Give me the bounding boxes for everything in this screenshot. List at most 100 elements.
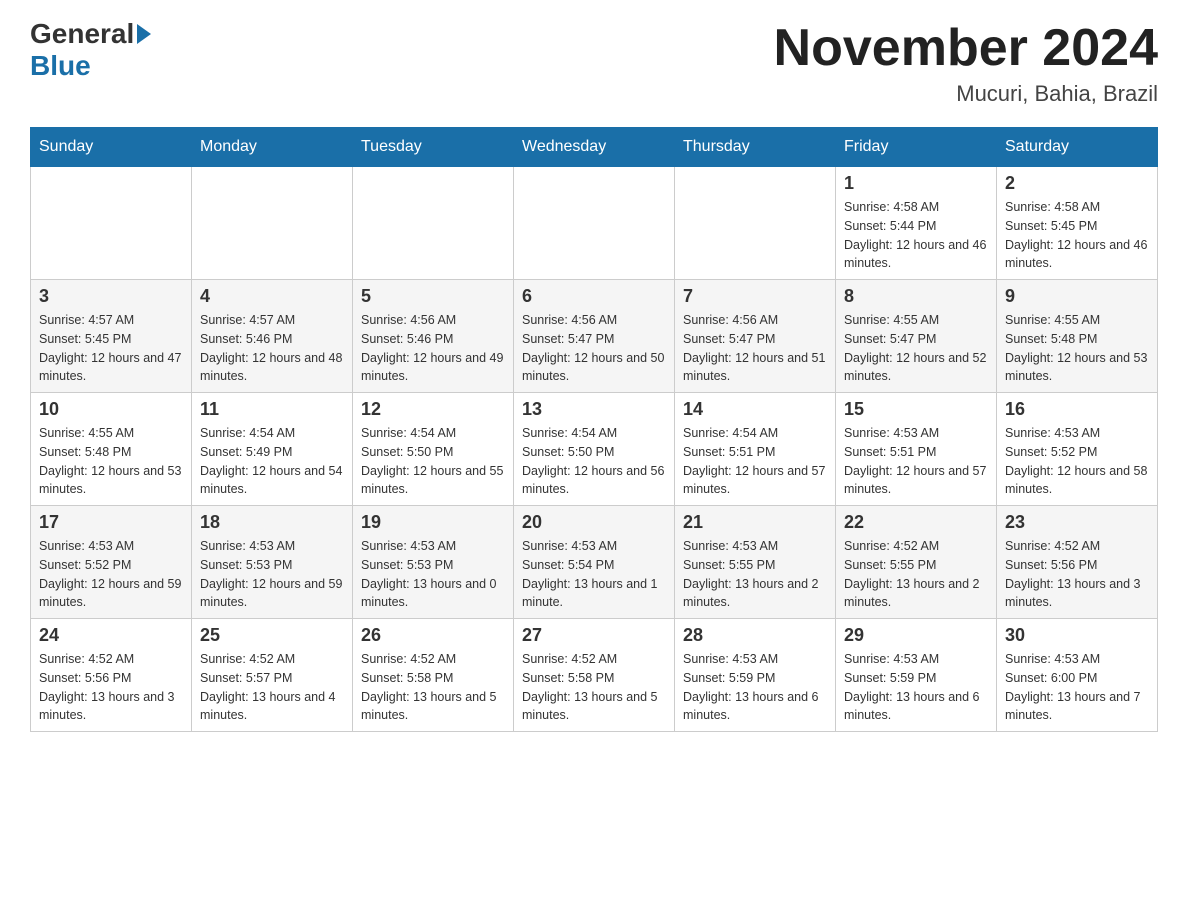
calendar-day-cell: 6Sunrise: 4:56 AMSunset: 5:47 PMDaylight… (514, 280, 675, 393)
calendar-day-cell (31, 167, 192, 280)
weekday-header-friday: Friday (836, 128, 997, 167)
day-info: Sunrise: 4:56 AMSunset: 5:47 PMDaylight:… (683, 311, 827, 386)
day-info: Sunrise: 4:53 AMSunset: 5:51 PMDaylight:… (844, 424, 988, 499)
day-number: 24 (39, 625, 183, 646)
day-info: Sunrise: 4:53 AMSunset: 5:55 PMDaylight:… (683, 537, 827, 612)
day-info: Sunrise: 4:53 AMSunset: 5:54 PMDaylight:… (522, 537, 666, 612)
day-number: 26 (361, 625, 505, 646)
day-number: 4 (200, 286, 344, 307)
day-number: 18 (200, 512, 344, 533)
day-info: Sunrise: 4:54 AMSunset: 5:51 PMDaylight:… (683, 424, 827, 499)
day-number: 16 (1005, 399, 1149, 420)
day-info: Sunrise: 4:58 AMSunset: 5:45 PMDaylight:… (1005, 198, 1149, 273)
day-info: Sunrise: 4:53 AMSunset: 5:59 PMDaylight:… (844, 650, 988, 725)
day-info: Sunrise: 4:53 AMSunset: 5:59 PMDaylight:… (683, 650, 827, 725)
day-info: Sunrise: 4:52 AMSunset: 5:58 PMDaylight:… (522, 650, 666, 725)
weekday-header-wednesday: Wednesday (514, 128, 675, 167)
calendar-week-row: 24 Sunrise: 4:52 AMSunset: 5:56 PMDayligh… (31, 619, 1158, 732)
day-number: 8 (844, 286, 988, 307)
calendar-day-cell (353, 167, 514, 280)
calendar-day-cell: 23 Sunrise: 4:52 AMSunset: 5:56 PMDayligh… (997, 506, 1158, 619)
calendar-day-cell: 14 Sunrise: 4:54 AMSunset: 5:51 PMDayligh… (675, 393, 836, 506)
day-number: 28 (683, 625, 827, 646)
calendar-day-cell: 30 Sunrise: 4:53 AMSunset: 6:00 PMDayligh… (997, 619, 1158, 732)
calendar-day-cell: 3 Sunrise: 4:57 AMSunset: 5:45 PMDaylight… (31, 280, 192, 393)
calendar-day-cell: 5 Sunrise: 4:56 AMSunset: 5:46 PMDaylight… (353, 280, 514, 393)
calendar-day-cell: 13Sunrise: 4:54 AMSunset: 5:50 PMDayligh… (514, 393, 675, 506)
day-number: 17 (39, 512, 183, 533)
day-info: Sunrise: 4:53 AMSunset: 5:53 PMDaylight:… (361, 537, 505, 612)
day-number: 19 (361, 512, 505, 533)
calendar-day-cell: 10 Sunrise: 4:55 AMSunset: 5:48 PMDayligh… (31, 393, 192, 506)
day-number: 22 (844, 512, 988, 533)
day-number: 27 (522, 625, 666, 646)
calendar-day-cell: 29 Sunrise: 4:53 AMSunset: 5:59 PMDayligh… (836, 619, 997, 732)
calendar-day-cell: 16 Sunrise: 4:53 AMSunset: 5:52 PMDayligh… (997, 393, 1158, 506)
calendar-day-cell: 27 Sunrise: 4:52 AMSunset: 5:58 PMDayligh… (514, 619, 675, 732)
calendar-day-cell: 18Sunrise: 4:53 AMSunset: 5:53 PMDayligh… (192, 506, 353, 619)
location-subtitle: Mucuri, Bahia, Brazil (774, 81, 1158, 107)
day-info: Sunrise: 4:52 AMSunset: 5:55 PMDaylight:… (844, 537, 988, 612)
logo-blue-text: Blue (30, 50, 91, 82)
calendar-day-cell: 25 Sunrise: 4:52 AMSunset: 5:57 PMDayligh… (192, 619, 353, 732)
day-number: 10 (39, 399, 183, 420)
day-info: Sunrise: 4:53 AMSunset: 5:52 PMDaylight:… (39, 537, 183, 612)
day-number: 29 (844, 625, 988, 646)
calendar-day-cell: 24 Sunrise: 4:52 AMSunset: 5:56 PMDayligh… (31, 619, 192, 732)
logo-area: General Blue (30, 20, 151, 82)
calendar-table: SundayMondayTuesdayWednesdayThursdayFrid… (30, 127, 1158, 732)
day-info: Sunrise: 4:53 AMSunset: 5:52 PMDaylight:… (1005, 424, 1149, 499)
day-number: 14 (683, 399, 827, 420)
day-number: 2 (1005, 173, 1149, 194)
day-number: 3 (39, 286, 183, 307)
day-info: Sunrise: 4:57 AMSunset: 5:45 PMDaylight:… (39, 311, 183, 386)
day-number: 20 (522, 512, 666, 533)
logo-general-text: General (30, 20, 134, 48)
calendar-day-cell: 19 Sunrise: 4:53 AMSunset: 5:53 PMDayligh… (353, 506, 514, 619)
calendar-day-cell: 26 Sunrise: 4:52 AMSunset: 5:58 PMDayligh… (353, 619, 514, 732)
day-number: 6 (522, 286, 666, 307)
day-info: Sunrise: 4:52 AMSunset: 5:58 PMDaylight:… (361, 650, 505, 725)
day-number: 25 (200, 625, 344, 646)
weekday-header-saturday: Saturday (997, 128, 1158, 167)
day-number: 30 (1005, 625, 1149, 646)
day-number: 11 (200, 399, 344, 420)
title-area: November 2024 Mucuri, Bahia, Brazil (774, 20, 1158, 107)
calendar-day-cell: 4Sunrise: 4:57 AMSunset: 5:46 PMDaylight… (192, 280, 353, 393)
weekday-header-tuesday: Tuesday (353, 128, 514, 167)
calendar-day-cell: 11Sunrise: 4:54 AMSunset: 5:49 PMDayligh… (192, 393, 353, 506)
month-title: November 2024 (774, 20, 1158, 77)
day-info: Sunrise: 4:53 AMSunset: 6:00 PMDaylight:… (1005, 650, 1149, 725)
day-number: 1 (844, 173, 988, 194)
calendar-day-cell (675, 167, 836, 280)
weekday-header-sunday: Sunday (31, 128, 192, 167)
day-number: 21 (683, 512, 827, 533)
day-number: 12 (361, 399, 505, 420)
day-info: Sunrise: 4:52 AMSunset: 5:56 PMDaylight:… (1005, 537, 1149, 612)
header: General Blue November 2024 Mucuri, Bahia… (30, 20, 1158, 107)
weekday-header-monday: Monday (192, 128, 353, 167)
day-info: Sunrise: 4:55 AMSunset: 5:48 PMDaylight:… (39, 424, 183, 499)
calendar-week-row: 1Sunrise: 4:58 AMSunset: 5:44 PMDaylight… (31, 167, 1158, 280)
logo: General (30, 20, 151, 48)
weekday-header-row: SundayMondayTuesdayWednesdayThursdayFrid… (31, 128, 1158, 167)
calendar-day-cell (192, 167, 353, 280)
day-info: Sunrise: 4:55 AMSunset: 5:47 PMDaylight:… (844, 311, 988, 386)
day-number: 5 (361, 286, 505, 307)
calendar-day-cell: 28 Sunrise: 4:53 AMSunset: 5:59 PMDayligh… (675, 619, 836, 732)
calendar-day-cell: 17 Sunrise: 4:53 AMSunset: 5:52 PMDayligh… (31, 506, 192, 619)
day-info: Sunrise: 4:56 AMSunset: 5:46 PMDaylight:… (361, 311, 505, 386)
day-info: Sunrise: 4:52 AMSunset: 5:57 PMDaylight:… (200, 650, 344, 725)
calendar-day-cell: 8 Sunrise: 4:55 AMSunset: 5:47 PMDaylight… (836, 280, 997, 393)
weekday-header-thursday: Thursday (675, 128, 836, 167)
calendar-day-cell: 2 Sunrise: 4:58 AMSunset: 5:45 PMDaylight… (997, 167, 1158, 280)
calendar-day-cell: 22 Sunrise: 4:52 AMSunset: 5:55 PMDayligh… (836, 506, 997, 619)
calendar-day-cell: 9Sunrise: 4:55 AMSunset: 5:48 PMDaylight… (997, 280, 1158, 393)
calendar-day-cell: 15Sunrise: 4:53 AMSunset: 5:51 PMDayligh… (836, 393, 997, 506)
calendar-day-cell: 20 Sunrise: 4:53 AMSunset: 5:54 PMDayligh… (514, 506, 675, 619)
day-number: 23 (1005, 512, 1149, 533)
calendar-week-row: 10 Sunrise: 4:55 AMSunset: 5:48 PMDayligh… (31, 393, 1158, 506)
day-info: Sunrise: 4:52 AMSunset: 5:56 PMDaylight:… (39, 650, 183, 725)
logo-arrow-icon (137, 24, 151, 44)
calendar-day-cell: 12Sunrise: 4:54 AMSunset: 5:50 PMDayligh… (353, 393, 514, 506)
